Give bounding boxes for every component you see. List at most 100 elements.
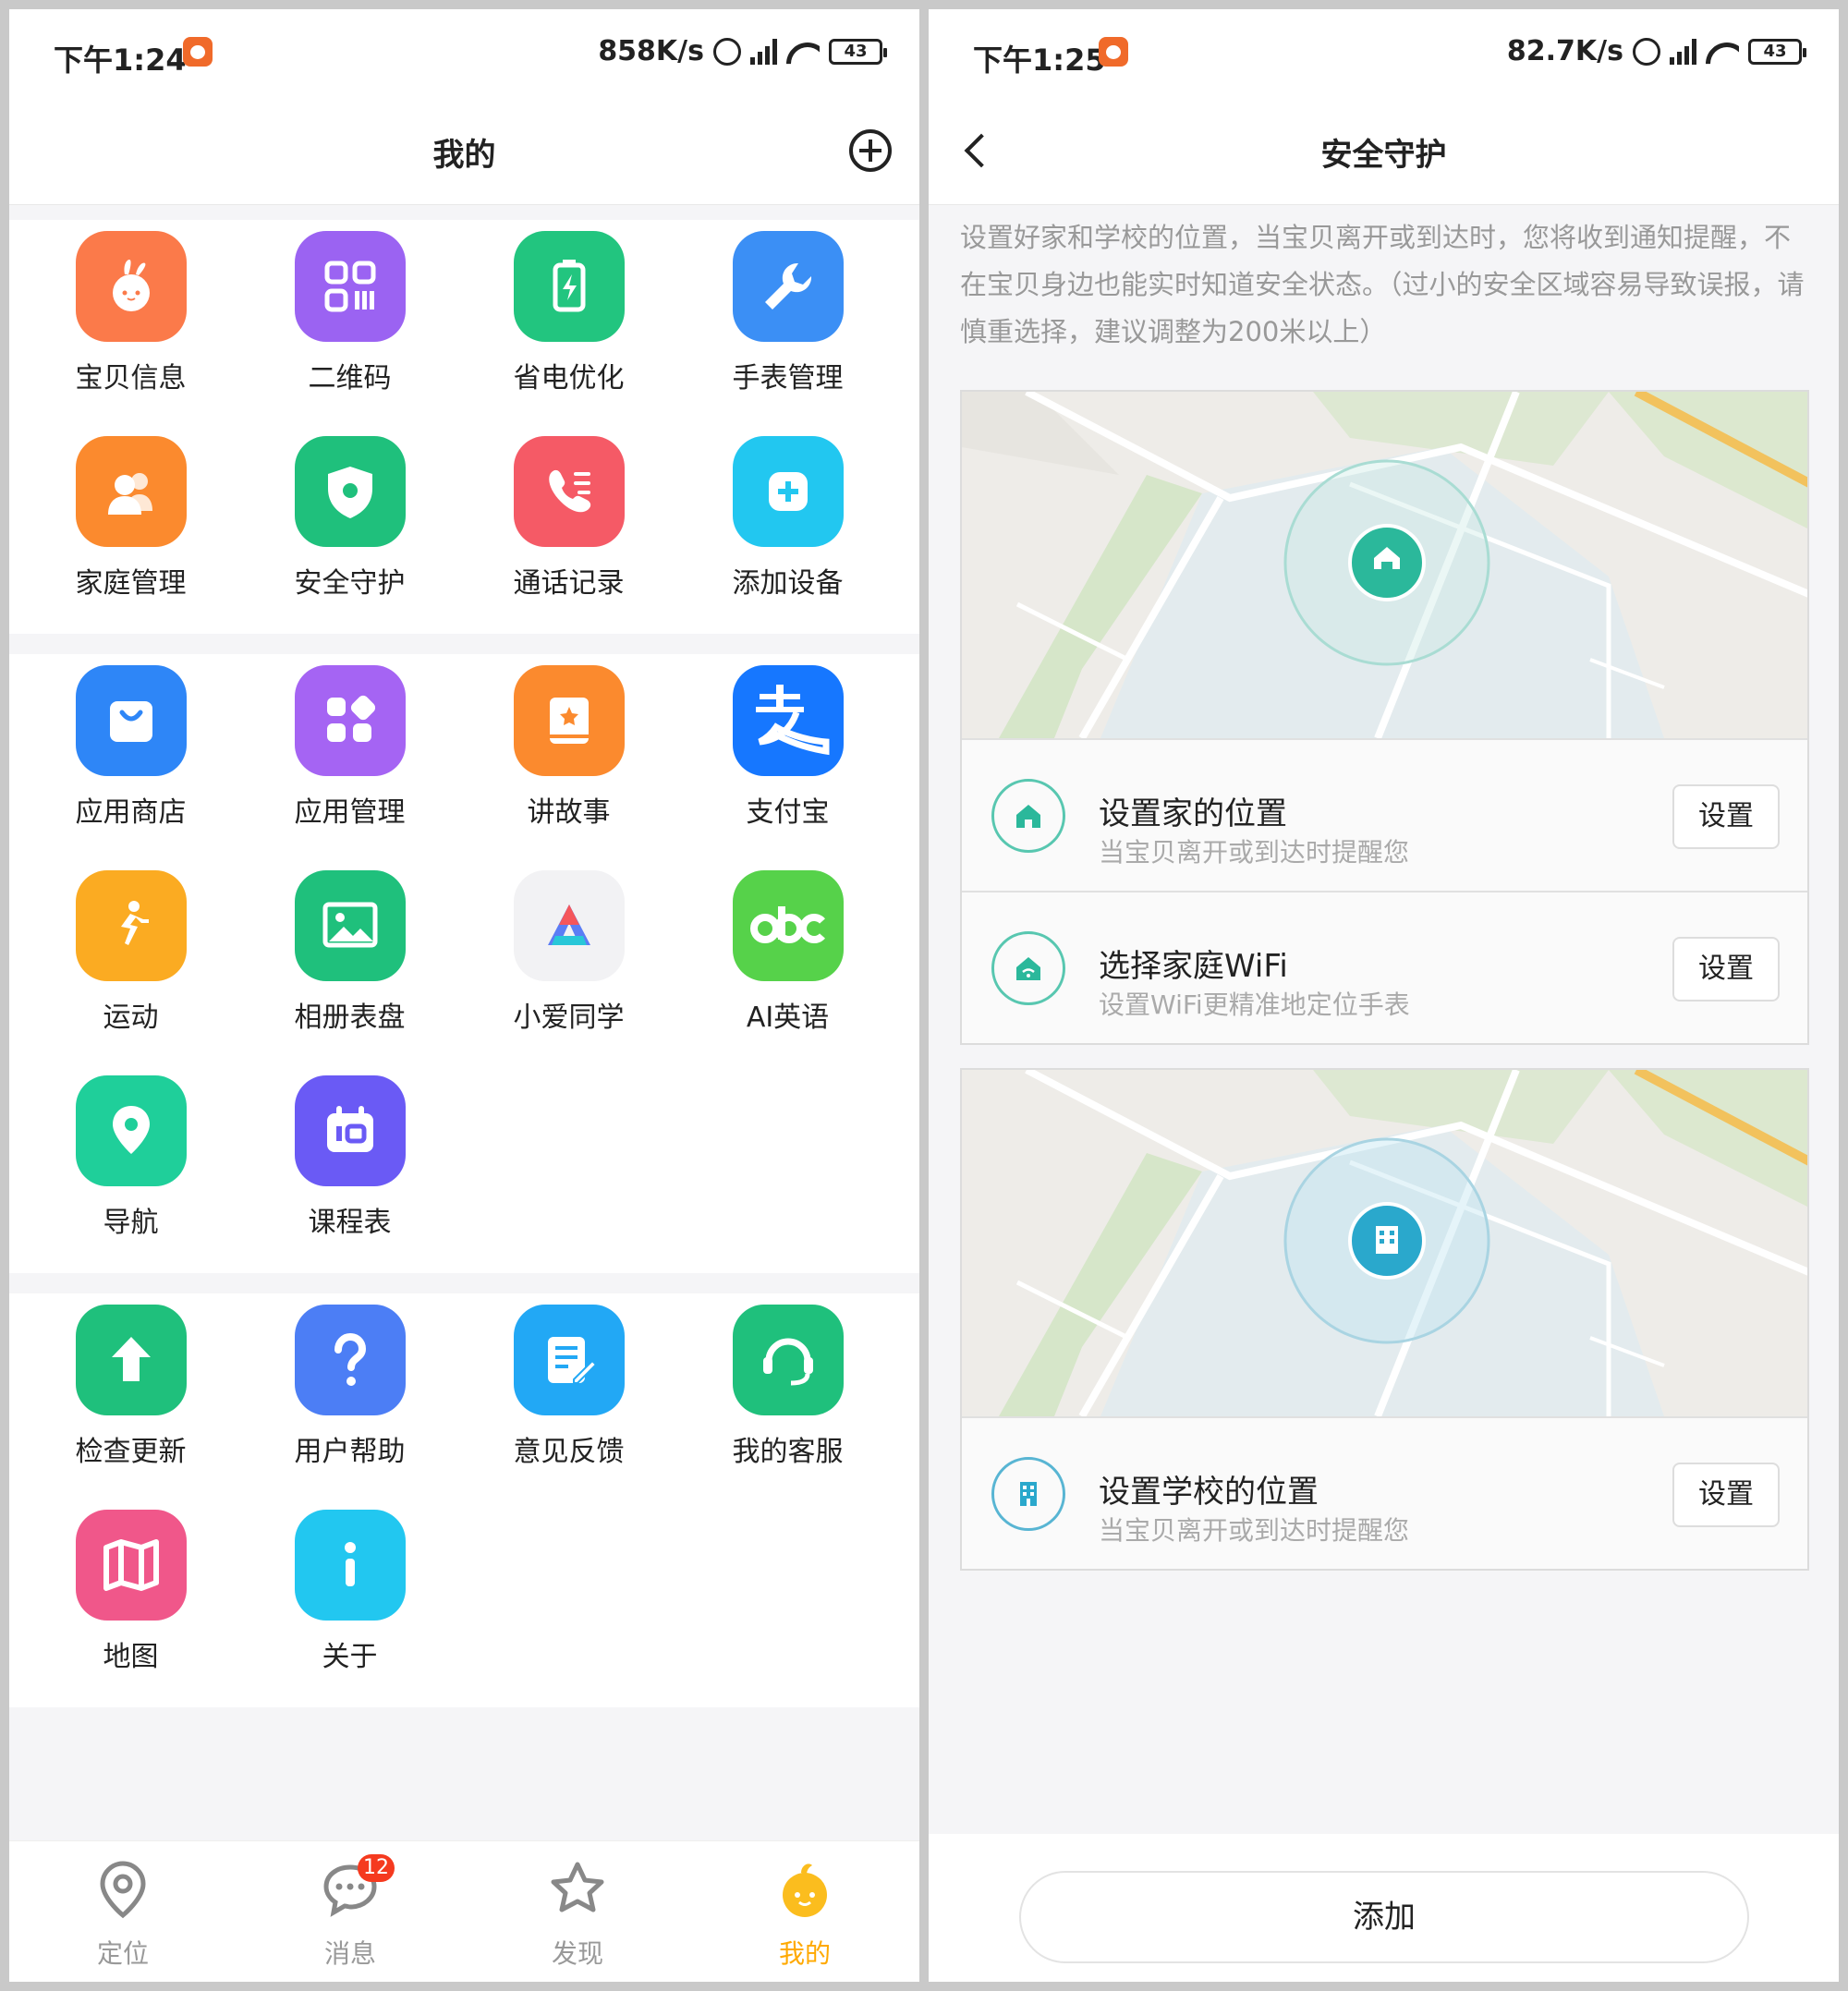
home-zone-card: 设置家的位置 当宝贝离开或到达时提醒您 设置 选择家庭WiFi 设置WiFi更精…: [960, 390, 1809, 1045]
battery-icon: 43: [829, 38, 887, 65]
grid-item-label: 关于: [322, 1641, 378, 1673]
school-location-title: 设置学校的位置: [1099, 1474, 1319, 1511]
school-zone-card: 设置学校的位置 当宝贝离开或到达时提醒您 设置: [960, 1068, 1809, 1571]
set-wifi-button[interactable]: 设置: [1672, 937, 1780, 1002]
mascot-icon: [775, 1860, 834, 1919]
shield-icon: [294, 436, 406, 547]
battery-icon: 43: [1748, 38, 1806, 65]
storybook-icon: [513, 665, 625, 776]
grid-item-alipay[interactable]: 支付宝: [678, 665, 897, 830]
safety-guard-screen: 下午1:25 82.7K/s 43 安全守护 设置好家和学校的位置，当宝贝离开或…: [929, 9, 1839, 1982]
add-bar: 添加: [929, 1834, 1839, 1982]
wrench-icon: [732, 231, 844, 342]
grid-item-storybook[interactable]: 讲故事: [459, 665, 678, 830]
grid-section-apps: 应用商店 应用管理 讲故事 支付宝运动 相册表盘 小爱同学 AI英语导航 课程表: [9, 654, 919, 1273]
grid-item-headset[interactable]: 我的客服: [678, 1305, 897, 1469]
grid-item-phone-log[interactable]: 通话记录: [459, 436, 678, 601]
grid-item-label: 我的客服: [732, 1436, 844, 1468]
set-home-button[interactable]: 设置: [1672, 784, 1780, 849]
grid-item-battery[interactable]: 省电优化: [459, 231, 678, 395]
status-bar: 下午1:25 82.7K/s 43: [929, 9, 1839, 94]
school-location-subtitle: 当宝贝离开或到达时提醒您: [1099, 1515, 1410, 1546]
grid-section-support: 检查更新 用户帮助 意见反馈 我的客服地图 关于: [9, 1293, 919, 1707]
school-map-preview[interactable]: [962, 1070, 1807, 1416]
grid-item-help[interactable]: 用户帮助: [240, 1305, 459, 1469]
grid-item-label: 相册表盘: [294, 1002, 406, 1034]
home-location-row[interactable]: 设置家的位置 当宝贝离开或到达时提醒您 设置: [962, 738, 1807, 891]
alarm-icon: [1633, 37, 1660, 66]
grid-item-label: 课程表: [308, 1207, 392, 1239]
grid-item-shield[interactable]: 安全守护: [240, 436, 459, 601]
runner-icon: [75, 870, 187, 981]
grid-item-label: 省电优化: [513, 362, 625, 395]
grid-item-navigation-pin[interactable]: 导航: [21, 1075, 240, 1240]
grid-item-family[interactable]: 家庭管理: [21, 436, 240, 601]
home-wifi-subtitle: 设置WiFi更精准地定位手表: [1099, 989, 1410, 1020]
grid-item-qrcode[interactable]: 二维码: [240, 231, 459, 395]
xiaoai-icon: [513, 870, 625, 981]
status-bar: 下午1:24 858K/s 43: [9, 9, 919, 94]
nav-label-discover: 发现: [551, 1938, 603, 1969]
star-icon: [548, 1860, 607, 1919]
set-school-button[interactable]: 设置: [1672, 1463, 1780, 1527]
message-icon: 12: [321, 1854, 395, 1919]
grid-item-update-arrow[interactable]: 检查更新: [21, 1305, 240, 1469]
status-time: 下午1:24: [54, 42, 187, 78]
grid-item-photo[interactable]: 相册表盘: [240, 870, 459, 1035]
page-header: 我的: [9, 94, 919, 205]
status-indicators: 82.7K/s 43: [1507, 35, 1806, 67]
home-wifi-row[interactable]: 选择家庭WiFi 设置WiFi更精准地定位手表 设置: [962, 891, 1807, 1043]
grid-item-timetable[interactable]: 课程表: [240, 1075, 459, 1240]
grid-item-label: 应用管理: [294, 796, 406, 829]
grid-item-wrench[interactable]: 手表管理: [678, 231, 897, 395]
signal-icon: [750, 38, 777, 65]
grid-item-label: 讲故事: [527, 796, 611, 829]
grid-item-store-bag[interactable]: 应用商店: [21, 665, 240, 830]
network-speed: 858K/s: [598, 35, 704, 67]
phone-log-icon: [513, 436, 625, 547]
nav-label-messages: 消息: [323, 1938, 376, 1969]
headset-icon: [732, 1305, 844, 1415]
grid-item-label: 意见反馈: [513, 1436, 625, 1468]
qrcode-icon: [294, 231, 406, 342]
nav-tab-location[interactable]: 定位: [9, 1860, 237, 1971]
grid-item-feedback[interactable]: 意见反馈: [459, 1305, 678, 1469]
grid-item-xiaoai[interactable]: 小爱同学: [459, 870, 678, 1035]
nav-label-mine: 我的: [778, 1938, 831, 1969]
nav-label-location: 定位: [96, 1938, 149, 1969]
home-wifi-title: 选择家庭WiFi: [1099, 948, 1288, 985]
home-location-subtitle: 当宝贝离开或到达时提醒您: [1099, 837, 1410, 868]
home-icon: [991, 779, 1065, 853]
family-icon: [75, 436, 187, 547]
nav-tab-discover[interactable]: 发现: [464, 1860, 691, 1971]
status-time: 下午1:25: [973, 42, 1106, 78]
grid-section-device: 宝贝信息 二维码 省电优化 手表管理家庭管理 安全守护 通话记录 添加设备: [9, 220, 919, 634]
school-icon: [991, 1457, 1065, 1531]
grid-item-abc[interactable]: AI英语: [678, 870, 897, 1035]
home-map-preview[interactable]: [962, 392, 1807, 738]
grid-item-apps[interactable]: 应用管理: [240, 665, 459, 830]
grid-item-label: 通话记录: [513, 567, 625, 600]
school-location-row[interactable]: 设置学校的位置 当宝贝离开或到达时提醒您 设置: [962, 1416, 1807, 1569]
app-notification-icon: [183, 37, 213, 67]
grid-item-label: 导航: [103, 1207, 159, 1239]
grid-item-add-device[interactable]: 添加设备: [678, 436, 897, 601]
page-title: 我的: [432, 137, 496, 174]
add-icon[interactable]: [849, 129, 892, 172]
grid-item-rabbit[interactable]: 宝贝信息: [21, 231, 240, 395]
grid-item-map[interactable]: 地图: [21, 1510, 240, 1674]
grid-item-info[interactable]: 关于: [240, 1510, 459, 1674]
nav-tab-messages[interactable]: 12 消息: [237, 1854, 464, 1971]
page-title: 安全守护: [1320, 137, 1447, 174]
abc-icon: [732, 870, 844, 981]
alarm-icon: [713, 37, 741, 66]
nav-tab-mine[interactable]: 我的: [691, 1860, 918, 1971]
wifi-icon: [786, 39, 820, 65]
grid-item-runner[interactable]: 运动: [21, 870, 240, 1035]
safety-description: 设置好家和学校的位置，当宝贝离开或到达时，您将收到通知提醒，不在宝贝身边也能实时…: [960, 222, 1805, 347]
grid-item-label: 添加设备: [732, 567, 844, 600]
grid-item-label: 运动: [103, 1002, 159, 1034]
add-zone-button[interactable]: 添加: [1019, 1871, 1749, 1963]
grid-item-label: 支付宝: [746, 796, 830, 829]
message-badge: 12: [358, 1854, 395, 1882]
